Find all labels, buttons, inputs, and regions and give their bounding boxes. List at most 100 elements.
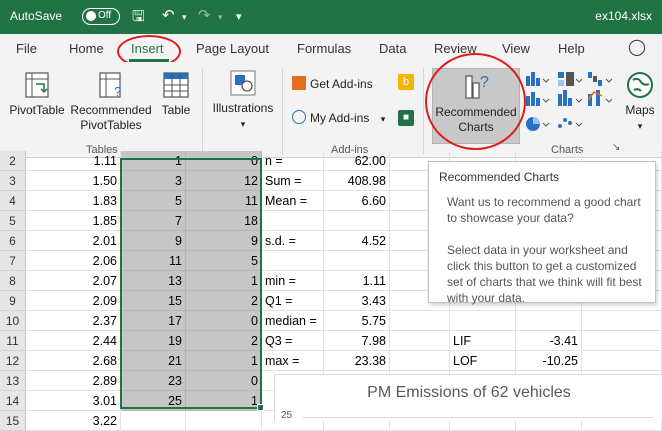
cell-i-11[interactable]: -3.41 (516, 331, 582, 351)
row-header[interactable]: 5 (0, 211, 26, 231)
cell-f-8[interactable]: 1.11 (324, 271, 390, 291)
cell-c-4[interactable]: 5 (121, 191, 186, 211)
cell-d-5[interactable]: 18 (186, 211, 262, 231)
cell-b-2[interactable]: 1.11 (26, 151, 121, 171)
cell-e-10[interactable]: median = (262, 311, 324, 331)
tab-view[interactable]: View (502, 41, 530, 56)
cell-e-3[interactable]: Sum = (262, 171, 324, 191)
cell-d-8[interactable]: 1 (186, 271, 262, 291)
get-addins-button[interactable]: Get Add-ins (292, 76, 373, 91)
table-button[interactable]: Table (156, 70, 196, 118)
cell-b-10[interactable]: 2.37 (26, 311, 121, 331)
cell-e-9[interactable]: Q1 = (262, 291, 324, 311)
cell-b-11[interactable]: 2.44 (26, 331, 121, 351)
cell-h-10[interactable] (450, 311, 516, 331)
cell-e-12[interactable]: max = (262, 351, 324, 371)
cell-d-3[interactable]: 12 (186, 171, 262, 191)
row-header[interactable]: 10 (0, 311, 26, 331)
cell-f-7[interactable] (324, 251, 390, 271)
cell-h-12[interactable]: LOF (450, 351, 516, 371)
cell-d-4[interactable]: 11 (186, 191, 262, 211)
cell-b-6[interactable]: 2.01 (26, 231, 121, 251)
cell-c-8[interactable]: 13 (121, 271, 186, 291)
cell-j-11[interactable] (582, 331, 662, 351)
row-header[interactable]: 3 (0, 171, 26, 191)
cell-b-13[interactable]: 2.89 (26, 371, 121, 391)
cell-d-11[interactable]: 2 (186, 331, 262, 351)
cell-c-7[interactable]: 11 (121, 251, 186, 271)
cell-h-11[interactable]: LIF (450, 331, 516, 351)
cell-d-12[interactable]: 1 (186, 351, 262, 371)
pm-emissions-chart[interactable]: PM Emissions of 62 vehicles 25 (274, 374, 662, 421)
row-header[interactable]: 7 (0, 251, 26, 271)
cell-c-11[interactable]: 19 (121, 331, 186, 351)
pivottable-button[interactable]: PivotTable (6, 70, 68, 118)
cell-b-7[interactable]: 2.06 (26, 251, 121, 271)
row-header[interactable]: 13 (0, 371, 26, 391)
cell-b-9[interactable]: 2.09 (26, 291, 121, 311)
cell-g-10[interactable] (390, 311, 450, 331)
cell-b-5[interactable]: 1.85 (26, 211, 121, 231)
cell-e-7[interactable] (262, 251, 324, 271)
tab-help[interactable]: Help (558, 41, 585, 56)
cell-f-10[interactable]: 5.75 (324, 311, 390, 331)
cell-g-11[interactable] (390, 331, 450, 351)
people-graph-icon[interactable]: ■ (398, 110, 414, 126)
cell-d-9[interactable]: 2 (186, 291, 262, 311)
cell-c-10[interactable]: 17 (121, 311, 186, 331)
cell-i-10[interactable] (516, 311, 582, 331)
cell-e-4[interactable]: Mean = (262, 191, 324, 211)
cell-d-15[interactable] (186, 411, 262, 431)
undo-icon[interactable]: ↶ (162, 6, 175, 24)
cell-b-3[interactable]: 1.50 (26, 171, 121, 191)
cell-d-13[interactable]: 0 (186, 371, 262, 391)
cell-e-2[interactable]: n = (262, 151, 324, 171)
cell-f-9[interactable]: 3.43 (324, 291, 390, 311)
cell-c-9[interactable]: 15 (121, 291, 186, 311)
autosave-toggle[interactable]: Off (82, 8, 120, 25)
cell-c-12[interactable]: 21 (121, 351, 186, 371)
cell-d-6[interactable]: 9 (186, 231, 262, 251)
cell-e-5[interactable] (262, 211, 324, 231)
row-header[interactable]: 14 (0, 391, 26, 411)
redo-icon[interactable]: ↷ (198, 6, 211, 24)
recommended-pivottables-button[interactable]: ? Recommended PivotTables (68, 70, 154, 133)
tab-data[interactable]: Data (379, 41, 406, 56)
cell-d-7[interactable]: 5 (186, 251, 262, 271)
row-header[interactable]: 4 (0, 191, 26, 211)
my-addins-button[interactable]: My Add-ins ▾ (292, 110, 385, 125)
tab-home[interactable]: Home (69, 41, 104, 56)
cell-f-2[interactable]: 62.00 (324, 151, 390, 171)
cell-d-2[interactable]: 0 (186, 151, 262, 171)
cell-c-3[interactable]: 3 (121, 171, 186, 191)
cell-c-15[interactable] (121, 411, 186, 431)
row-header[interactable]: 15 (0, 411, 26, 431)
save-icon[interactable]: 🖫 (132, 6, 145, 31)
cell-j-12[interactable] (582, 351, 662, 371)
cell-g-12[interactable] (390, 351, 450, 371)
tab-page-layout[interactable]: Page Layout (196, 41, 269, 56)
cell-b-14[interactable]: 3.01 (26, 391, 121, 411)
row-header[interactable]: 6 (0, 231, 26, 251)
cell-j-10[interactable] (582, 311, 662, 331)
maps-button[interactable]: Maps ▾ (622, 70, 658, 134)
row-header[interactable]: 11 (0, 331, 26, 351)
row-header[interactable]: 12 (0, 351, 26, 371)
cell-f-3[interactable]: 408.98 (324, 171, 390, 191)
cell-d-14[interactable]: 1 (186, 391, 262, 411)
cell-b-8[interactable]: 2.07 (26, 271, 121, 291)
cell-c-13[interactable]: 23 (121, 371, 186, 391)
bing-maps-icon[interactable]: b (398, 74, 414, 90)
redo-dropdown-icon[interactable]: ▾ (218, 12, 223, 23)
cell-i-12[interactable]: -10.25 (516, 351, 582, 371)
cell-e-11[interactable]: Q3 = (262, 331, 324, 351)
row-header[interactable]: 8 (0, 271, 26, 291)
tab-formulas[interactable]: Formulas (297, 41, 351, 56)
cell-c-6[interactable]: 9 (121, 231, 186, 251)
cell-b-15[interactable]: 3.22 (26, 411, 121, 431)
customize-toolbar-icon[interactable]: ▾ (236, 10, 242, 23)
lightbulb-icon[interactable]: ◯ (628, 37, 646, 57)
cell-f-11[interactable]: 7.98 (324, 331, 390, 351)
cell-f-4[interactable]: 6.60 (324, 191, 390, 211)
row-header[interactable]: 9 (0, 291, 26, 311)
